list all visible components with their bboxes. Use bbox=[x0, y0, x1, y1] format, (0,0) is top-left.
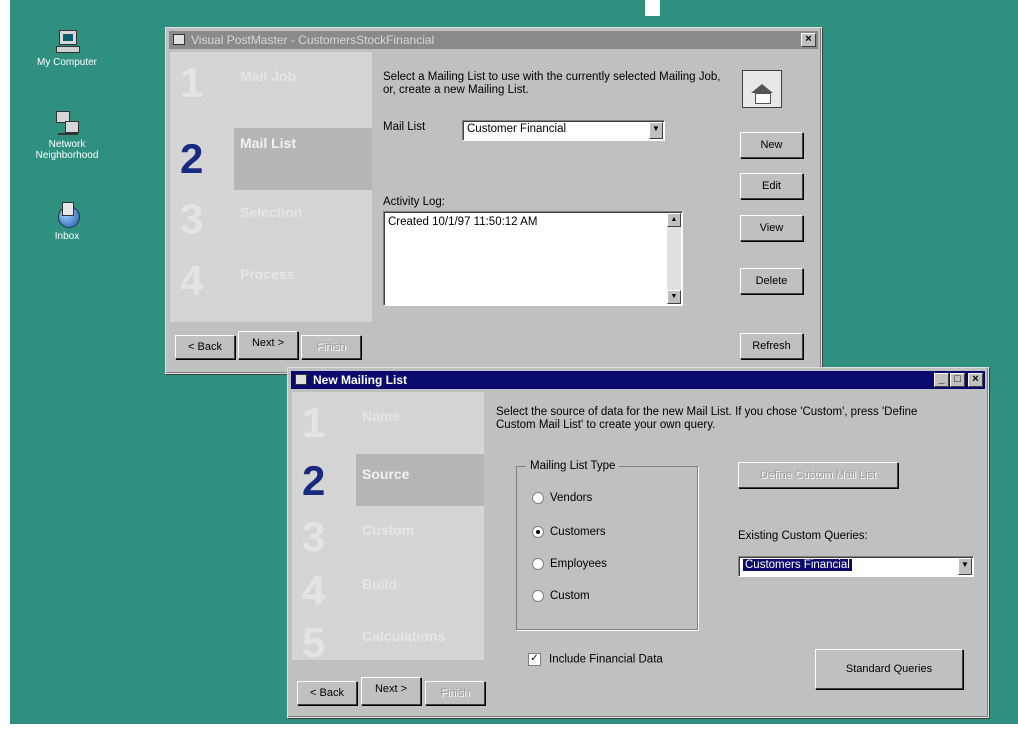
step-label: Mail List bbox=[240, 135, 297, 151]
step-mail-job: 1 Mail Job bbox=[170, 56, 372, 114]
activity-log-scrollbar[interactable]: ▲ ▼ bbox=[667, 213, 681, 304]
step-mail-list: 2 Mail List bbox=[170, 128, 372, 190]
radio-button-icon bbox=[532, 590, 544, 602]
existing-queries-combo[interactable]: Customers Financial ▼ bbox=[738, 556, 974, 577]
inbox-icon bbox=[54, 202, 80, 228]
desktop-icon-label: My Computer bbox=[36, 57, 97, 68]
step-source: 2 Source bbox=[292, 454, 484, 506]
step-number: 4 bbox=[302, 567, 326, 614]
step-label: Mail Job bbox=[240, 68, 297, 84]
step-calculations: 5 Calculations bbox=[292, 616, 484, 666]
step-label: Source bbox=[362, 466, 410, 482]
desktop-icon-my-computer[interactable]: My Computer bbox=[27, 28, 107, 68]
step-build: 4 Build bbox=[292, 564, 484, 616]
step-custom: 3 Custom bbox=[292, 510, 484, 562]
scroll-up-icon[interactable]: ▲ bbox=[667, 213, 681, 227]
refresh-button[interactable]: Refresh bbox=[740, 333, 803, 359]
main-instruction: Select a Mailing List to use with the cu… bbox=[383, 71, 721, 96]
step-label: Name bbox=[362, 408, 401, 424]
mail-list-label: Mail List bbox=[383, 121, 426, 133]
activity-log-text: Created 10/1/97 11:50:12 AM bbox=[388, 216, 538, 228]
house-icon bbox=[742, 70, 782, 108]
new-button[interactable]: New bbox=[740, 132, 803, 158]
desktop-edge-notch bbox=[645, 0, 660, 16]
radio-custom[interactable]: Custom bbox=[532, 590, 590, 602]
main-window-title: Visual PostMaster - CustomersStockFinanc… bbox=[191, 33, 435, 47]
network-icon bbox=[54, 110, 80, 136]
finish-button: Finish bbox=[301, 335, 361, 359]
mailing-list-type-label: Mailing List Type bbox=[526, 460, 620, 473]
step-label: Custom bbox=[362, 522, 415, 538]
activity-log-label: Activity Log: bbox=[383, 196, 445, 208]
desktop-icon-label: Network Neighborhood bbox=[35, 139, 99, 161]
standard-queries-button[interactable]: Standard Queries bbox=[815, 649, 963, 689]
radio-vendors[interactable]: Vendors bbox=[532, 492, 592, 504]
radio-button-icon bbox=[532, 526, 544, 538]
chevron-down-icon[interactable]: ▼ bbox=[958, 558, 972, 575]
finish-button: Finish bbox=[425, 681, 485, 705]
maximize-icon[interactable]: □ bbox=[950, 373, 965, 387]
radio-label: Vendors bbox=[550, 492, 593, 505]
next-button[interactable]: Next > bbox=[238, 331, 298, 359]
existing-queries-value: Customers Financial bbox=[743, 559, 852, 571]
step-name: 1 Name bbox=[292, 396, 484, 448]
step-label: Selection bbox=[240, 204, 303, 220]
back-button[interactable]: < Back bbox=[175, 335, 235, 359]
main-steps-panel: 1 Mail Job 2 Mail List 3 Selection 4 Pro… bbox=[170, 52, 372, 322]
checkbox-label: Include Financial Data bbox=[549, 653, 663, 666]
step-label: Calculations bbox=[362, 628, 446, 644]
minimize-icon[interactable]: _ bbox=[934, 373, 949, 387]
computer-icon bbox=[54, 28, 80, 54]
step-number: 4 bbox=[180, 257, 204, 304]
desktop-icon-label: Inbox bbox=[54, 231, 80, 242]
dialog-instruction: Select the source of data for the new Ma… bbox=[496, 406, 918, 431]
radio-label: Custom bbox=[550, 590, 590, 603]
desktop-icon-inbox[interactable]: Inbox bbox=[27, 202, 107, 242]
delete-button[interactable]: Delete bbox=[740, 268, 803, 294]
close-icon[interactable]: × bbox=[968, 373, 983, 387]
define-custom-mail-list-button: Define Custom Mail List bbox=[738, 462, 898, 488]
radio-button-icon bbox=[532, 492, 544, 504]
step-number: 1 bbox=[302, 399, 326, 446]
dialog-steps-panel: 1 Name 2 Source 3 Custom 4 Build 5 Calcu… bbox=[292, 392, 484, 666]
desktop-icon-network[interactable]: Network Neighborhood bbox=[27, 110, 107, 161]
radio-employees[interactable]: Employees bbox=[532, 558, 607, 570]
close-icon[interactable]: × bbox=[801, 33, 816, 47]
include-financial-checkbox[interactable]: ✓ Include Financial Data bbox=[528, 653, 663, 666]
window-app-icon bbox=[173, 34, 185, 45]
main-window-titlebar[interactable]: Visual PostMaster - CustomersStockFinanc… bbox=[169, 31, 818, 49]
check-icon: ✓ bbox=[528, 653, 541, 666]
dialog-title: New Mailing List bbox=[313, 373, 408, 387]
step-selection: 3 Selection bbox=[170, 192, 372, 250]
step-label: Process bbox=[240, 266, 295, 282]
scroll-down-icon[interactable]: ▼ bbox=[667, 290, 681, 304]
next-button[interactable]: Next > bbox=[361, 677, 421, 705]
chevron-down-icon[interactable]: ▼ bbox=[649, 122, 663, 139]
step-number: 3 bbox=[302, 513, 326, 560]
window-app-icon bbox=[295, 374, 307, 385]
step-number: 3 bbox=[180, 195, 204, 242]
step-number: 5 bbox=[302, 619, 326, 666]
step-label: Build bbox=[362, 576, 397, 592]
radio-label: Employees bbox=[550, 558, 607, 571]
new-mailing-list-dialog: New Mailing List _ □ × 1 Name 2 Source 3… bbox=[287, 367, 989, 718]
back-button[interactable]: < Back bbox=[297, 681, 357, 705]
activity-log-textarea[interactable]: Created 10/1/97 11:50:12 AM ▲ ▼ bbox=[383, 211, 683, 306]
mail-list-value: Customer Financial bbox=[467, 123, 567, 135]
radio-customers[interactable]: Customers bbox=[532, 526, 606, 538]
step-number: 2 bbox=[302, 457, 326, 504]
dialog-titlebar[interactable]: New Mailing List _ □ × bbox=[291, 371, 985, 389]
step-process: 4 Process bbox=[170, 254, 372, 312]
mail-list-combo[interactable]: Customer Financial ▼ bbox=[462, 120, 665, 141]
step-number: 1 bbox=[180, 59, 204, 106]
radio-label: Customers bbox=[550, 526, 606, 539]
edit-button[interactable]: Edit bbox=[740, 173, 803, 199]
radio-button-icon bbox=[532, 558, 544, 570]
mailing-list-type-group bbox=[516, 466, 698, 630]
existing-queries-label: Existing Custom Queries: bbox=[738, 530, 868, 542]
view-button[interactable]: View bbox=[740, 215, 803, 241]
step-number: 2 bbox=[180, 135, 204, 182]
main-wizard-window: Visual PostMaster - CustomersStockFinanc… bbox=[165, 27, 822, 374]
